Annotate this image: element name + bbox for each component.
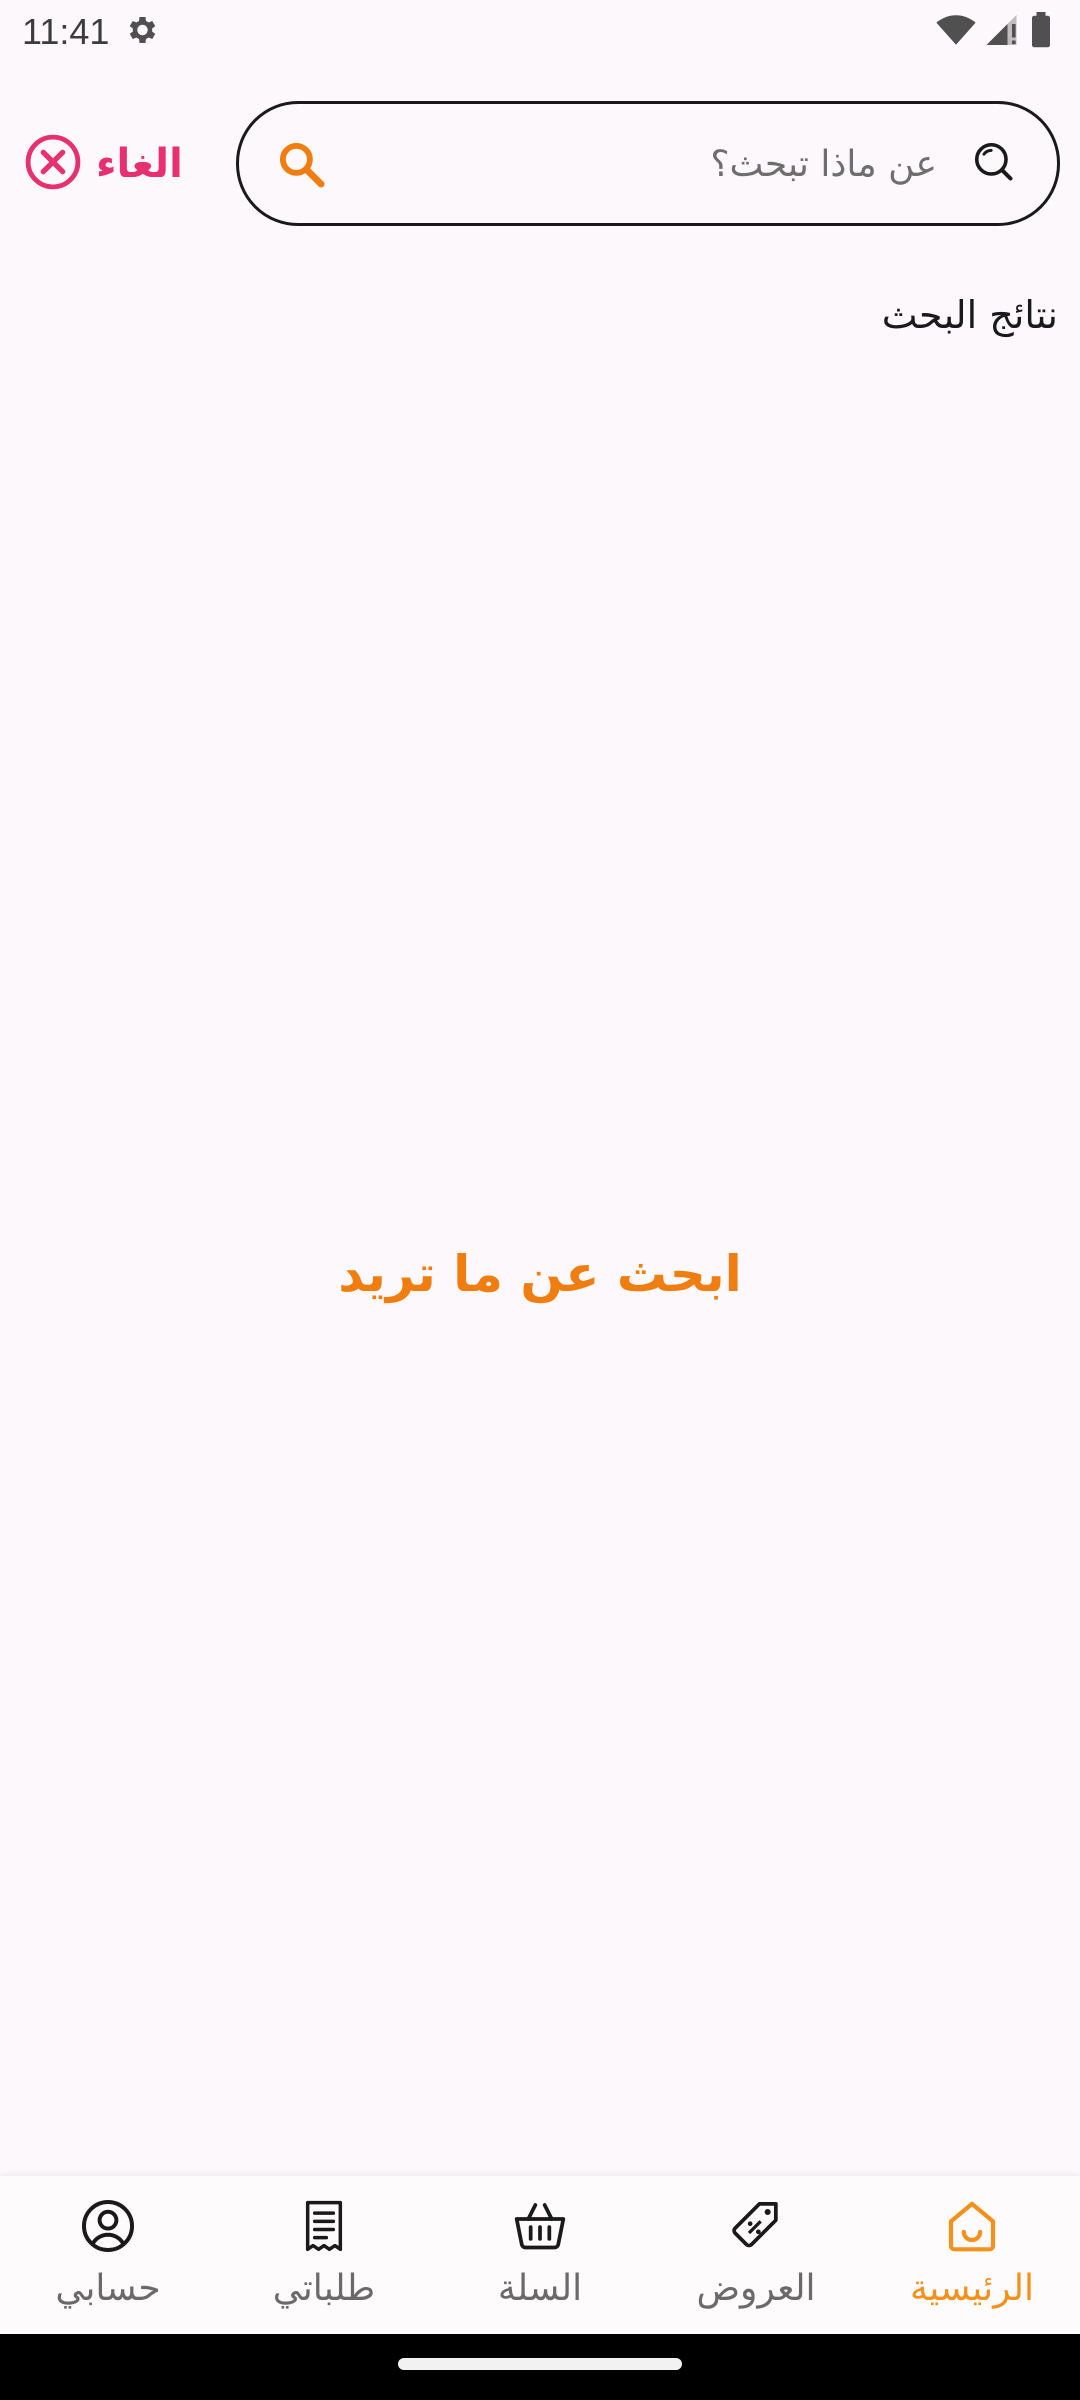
nav-label-orders: طلباتي — [272, 2268, 376, 2309]
search-submit-icon[interactable] — [275, 138, 329, 196]
empty-state-message: ابحث عن ما تريد — [338, 1245, 742, 1303]
signal-icon — [986, 12, 1020, 52]
battery-icon — [1030, 12, 1052, 52]
receipt-icon — [295, 2198, 353, 2258]
wifi-icon — [936, 12, 976, 52]
system-navigation-bar — [0, 2334, 1080, 2400]
results-heading: نتائج البحث — [881, 293, 1058, 337]
nav-item-account[interactable]: حسابي — [0, 2176, 216, 2334]
nav-item-home[interactable]: الرئيسية — [864, 2176, 1080, 2334]
gear-icon — [123, 12, 159, 52]
basket-icon — [511, 2198, 569, 2258]
nav-label-account: حسابي — [55, 2268, 161, 2309]
status-bar: 11:41 — [0, 0, 1080, 64]
search-icon — [961, 138, 1015, 196]
status-left: 11:41 — [22, 11, 159, 53]
bottom-navigation: الرئيسية العروض السلة طلباتي حسابي — [0, 2176, 1080, 2334]
nav-label-offers: العروض — [696, 2268, 816, 2309]
home-gesture-handle[interactable] — [398, 2358, 682, 2370]
nav-item-orders[interactable]: طلباتي — [216, 2176, 432, 2334]
status-right — [936, 12, 1052, 52]
cancel-button[interactable]: الغاء — [24, 132, 183, 196]
cancel-label: الغاء — [96, 141, 183, 187]
home-icon — [943, 2198, 1001, 2258]
account-icon — [79, 2198, 137, 2258]
search-input[interactable] — [359, 124, 937, 204]
nav-label-cart: السلة — [497, 2268, 583, 2309]
nav-item-offers[interactable]: العروض — [648, 2176, 864, 2334]
close-circle-icon — [24, 133, 82, 195]
nav-item-cart[interactable]: السلة — [432, 2176, 648, 2334]
nav-label-home: الرئيسية — [910, 2268, 1034, 2309]
status-time: 11:41 — [22, 11, 110, 52]
offers-tag-icon — [727, 2198, 785, 2258]
search-bar[interactable] — [236, 101, 1060, 226]
